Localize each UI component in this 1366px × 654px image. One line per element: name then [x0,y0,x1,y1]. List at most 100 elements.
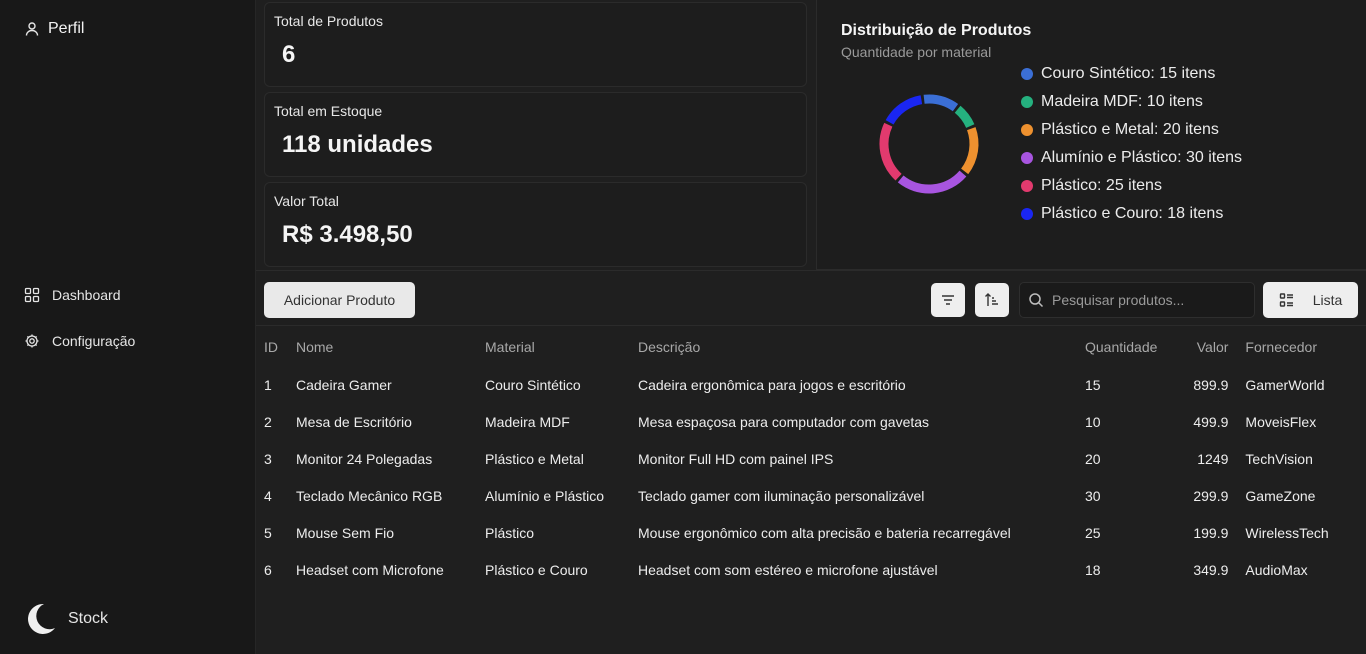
legend-label: Madeira MDF: 10 itens [1041,93,1203,110]
sidebar-item-label: Configuração [52,333,136,349]
sort-button[interactable] [975,283,1009,317]
search-input[interactable] [1052,292,1242,308]
legend-item: Plástico: 25 itens [1021,172,1242,200]
cell-quantity: 15 [1085,376,1101,393]
cell-quantity: 18 [1085,561,1101,578]
cell-name: Monitor 24 Polegadas [296,450,433,467]
table-row[interactable]: 4 Teclado Mecânico RGB Alumínio e Plásti… [256,477,1358,514]
cell-material: Madeira MDF [485,413,570,430]
cell-supplier: MoveisFlex [1245,413,1317,430]
cell-supplier: TechVision [1245,450,1313,467]
brand-logo: Stock [24,602,108,636]
legend-swatch [1021,208,1033,220]
sidebar-nav: Dashboard Configuração [24,284,135,352]
legend-swatch [1021,180,1033,192]
products-table: ID Nome Material Descrição Quantidade Va… [256,328,1358,588]
column-header-value[interactable]: Valor [1157,328,1229,366]
cell-quantity: 20 [1085,450,1101,467]
table-header-row: ID Nome Material Descrição Quantidade Va… [256,328,1358,366]
cell-description: Cadeira ergonômica para jogos e escritór… [638,376,906,393]
legend-label: Plástico: 25 itens [1041,177,1162,194]
add-product-button[interactable]: Adicionar Produto [264,282,415,318]
cell-description: Mesa espaçosa para computador com gaveta… [638,413,930,430]
cell-value: 299.9 [1193,487,1229,504]
legend-item: Couro Sintético: 15 itens [1021,60,1242,88]
gear-icon [24,333,40,349]
cell-description: Headset com som estéreo e microfone ajus… [638,561,938,578]
table-row[interactable]: 2 Mesa de Escritório Madeira MDF Mesa es… [256,403,1358,440]
stat-label: Valor Total [274,193,339,209]
stat-card-total-value: Valor Total R$ 3.498,50 [264,182,807,267]
filter-button[interactable] [931,283,965,317]
column-header-description[interactable]: Descrição [638,328,1085,366]
stat-value: R$ 3.498,50 [282,221,413,248]
legend-label: Alumínio e Plástico: 30 itens [1041,149,1242,166]
chart-subtitle: Quantidade por material [841,44,992,60]
cell-supplier: AudioMax [1245,561,1308,578]
chart-title: Distribuição de Produtos [841,22,1032,39]
column-header-quantity[interactable]: Quantidade [1085,328,1157,366]
cell-name: Cadeira Gamer [296,376,392,393]
sidebar-item-label: Dashboard [52,287,121,303]
legend-swatch [1021,68,1033,80]
cell-quantity: 10 [1085,413,1101,430]
user-icon [24,21,40,37]
cell-material: Plástico e Metal [485,450,584,467]
cell-description: Monitor Full HD com painel IPS [638,450,834,467]
cell-name: Mouse Sem Fio [296,524,395,541]
moon-icon [24,602,56,636]
column-header-id[interactable]: ID [256,328,296,366]
divider [256,270,1366,271]
legend-label: Couro Sintético: 15 itens [1041,65,1216,82]
cell-description: Teclado gamer com iluminação personalizá… [638,487,925,504]
table-row[interactable]: 6 Headset com Microfone Plástico e Couro… [256,551,1358,588]
stat-card-total-stock: Total em Estoque 118 unidades [264,92,807,177]
cell-material: Alumínio e Plástico [485,487,605,504]
donut-slice-plastico-e-metal [960,127,979,175]
cell-quantity: 30 [1085,487,1101,504]
sidebar-item-settings[interactable]: Configuração [24,330,135,352]
cell-material: Couro Sintético [485,376,581,393]
column-header-name[interactable]: Nome [296,328,485,366]
view-toggle-button[interactable]: Lista [1263,282,1358,318]
cell-value: 199.9 [1193,524,1229,541]
cell-name: Teclado Mecânico RGB [296,487,443,504]
sidebar-item-dashboard[interactable]: Dashboard [24,284,135,306]
stat-value: 6 [282,41,296,68]
table-row[interactable]: 1 Cadeira Gamer Couro Sintético Cadeira … [256,366,1358,403]
grid-icon [24,287,40,303]
sort-icon [984,292,1000,308]
column-header-material[interactable]: Material [485,328,638,366]
legend-swatch [1021,96,1033,108]
cell-supplier: WirelessTech [1245,524,1329,541]
chart-legend: Couro Sintético: 15 itens Madeira MDF: 10… [1021,60,1242,228]
cell-name: Headset com Microfone [296,561,444,578]
donut-chart [879,94,979,194]
donut-slice-plastico [879,122,902,181]
sidebar: Perfil Dashboard Configuração Stock [0,0,256,654]
cell-name: Mesa de Escritório [296,413,412,430]
profile-label: Perfil [48,20,85,37]
donut-slice-couro-sintetico [923,94,959,112]
cell-description: Mouse ergonômico com alta precisão e bat… [638,524,1011,541]
stat-card-total-products: Total de Produtos 6 [264,2,807,87]
cell-id: 5 [264,524,272,541]
table-row[interactable]: 5 Mouse Sem Fio Plástico Mouse ergonômic… [256,514,1358,551]
cell-value: 349.9 [1193,561,1229,578]
cell-id: 1 [264,376,272,393]
filter-icon [940,292,956,308]
cell-supplier: GameZone [1245,487,1316,504]
donut-slice-plastico-e-couro [885,95,923,125]
table-row[interactable]: 3 Monitor 24 Polegadas Plástico e Metal … [256,440,1358,477]
cell-id: 2 [264,413,272,430]
column-header-supplier[interactable]: Fornecedor [1228,328,1358,366]
cell-id: 3 [264,450,272,467]
legend-item: Alumínio e Plástico: 30 itens [1021,144,1242,172]
cell-value: 1249 [1197,450,1229,467]
distribution-chart-card: Distribuição de Produtos Quantidade por … [816,0,1366,270]
search-box[interactable] [1019,282,1255,318]
cell-supplier: GamerWorld [1245,376,1325,393]
stat-label: Total em Estoque [274,103,383,119]
profile-link[interactable]: Perfil [24,20,84,38]
legend-item: Plástico e Couro: 18 itens [1021,200,1242,228]
